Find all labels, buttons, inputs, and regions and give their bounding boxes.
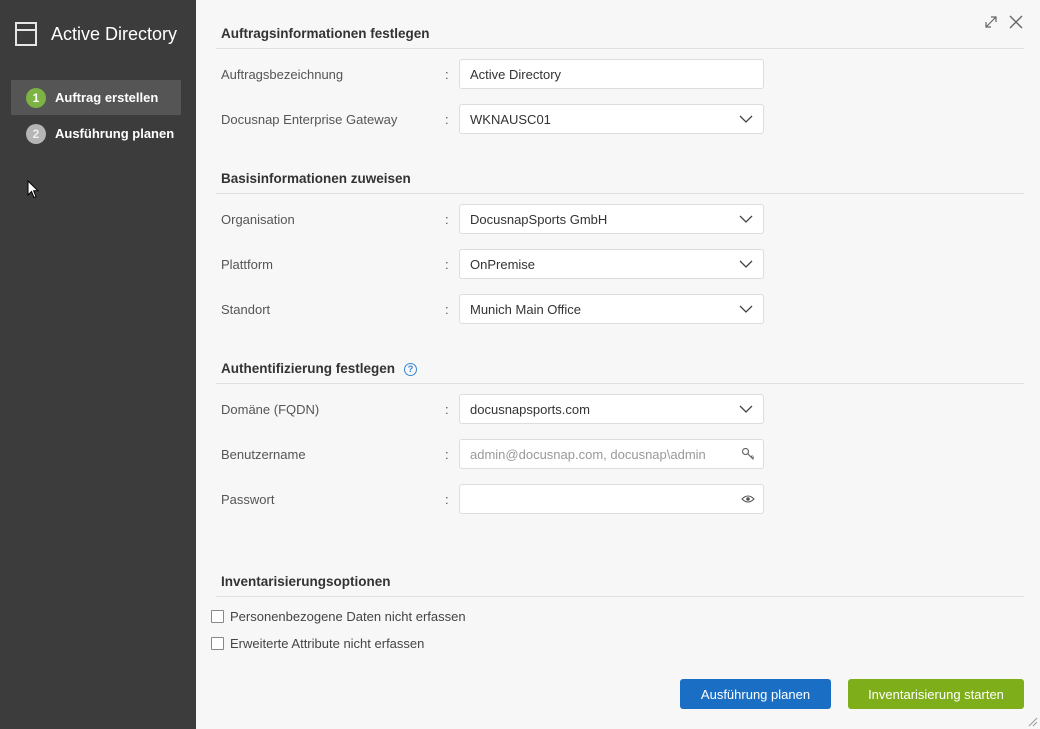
step-create-job[interactable]: 1 Auftrag erstellen: [11, 80, 181, 115]
step-label: Auftrag erstellen: [55, 90, 159, 105]
label-domain: Domäne (FQDN): [221, 402, 320, 417]
extended-attributes-checkbox[interactable]: [211, 637, 224, 650]
mouse-cursor-icon: [27, 180, 39, 199]
label-colon: :: [445, 67, 449, 82]
key-icon[interactable]: [733, 440, 763, 468]
domain-select[interactable]: docusnapsports.com: [459, 394, 764, 424]
platform-value: OnPremise: [470, 256, 536, 272]
gateway-value: WKNAUSC01: [470, 111, 551, 127]
label-location: Standort: [221, 302, 271, 317]
job-name-input[interactable]: Active Directory: [459, 59, 764, 89]
chevron-down-icon: [729, 205, 763, 233]
label-colon: :: [445, 302, 449, 317]
personal-data-label[interactable]: Personenbezogene Daten nicht erfassen: [230, 609, 466, 624]
location-select[interactable]: Munich Main Office: [459, 294, 764, 324]
organisation-value: DocusnapSports GmbH: [470, 211, 608, 227]
chevron-down-icon: [729, 395, 763, 423]
label-colon: :: [445, 112, 449, 127]
job-name-value: Active Directory: [470, 66, 562, 82]
chevron-down-icon: [729, 295, 763, 323]
label-password: Passwort: [221, 492, 275, 507]
wizard-sidebar: Active Directory 1 Auftrag erstellen 2 A…: [0, 0, 196, 729]
resize-grip-icon[interactable]: [1028, 717, 1038, 727]
chevron-down-icon: [729, 250, 763, 278]
extended-attributes-label[interactable]: Erweiterte Attribute nicht erfassen: [230, 636, 424, 651]
eye-icon[interactable]: [733, 485, 763, 513]
step-number-badge: 1: [26, 87, 46, 108]
step-label: Ausführung planen: [55, 126, 175, 141]
close-icon[interactable]: [1007, 14, 1025, 32]
personal-data-checkbox[interactable]: [211, 610, 224, 623]
label-job-name: Auftragsbezeichnung: [221, 67, 344, 82]
section-title-base-info: Basisinformationen zuweisen: [221, 171, 411, 186]
label-username: Benutzername: [221, 447, 306, 462]
schedule-button[interactable]: Ausführung planen: [680, 679, 831, 709]
label-colon: :: [445, 447, 449, 462]
step-number-badge: 2: [26, 123, 46, 144]
section-title-job-info: Auftragsinformationen festlegen: [221, 26, 430, 41]
label-colon: :: [445, 212, 449, 227]
gateway-select[interactable]: WKNAUSC01: [459, 104, 764, 134]
label-gateway: Docusnap Enterprise Gateway: [221, 112, 398, 127]
wizard-main: Auftragsinformationen festlegen Auftrags…: [196, 0, 1040, 729]
label-colon: :: [445, 492, 449, 507]
label-platform: Plattform: [221, 257, 274, 272]
location-value: Munich Main Office: [470, 301, 582, 317]
platform-select[interactable]: OnPremise: [459, 249, 764, 279]
section-divider: [216, 596, 1024, 597]
password-input[interactable]: [459, 484, 764, 514]
document-icon: [15, 22, 37, 46]
organisation-select[interactable]: DocusnapSports GmbH: [459, 204, 764, 234]
start-inventory-button[interactable]: Inventarisierung starten: [848, 679, 1024, 709]
section-title-inventory: Inventarisierungsoptionen: [221, 574, 391, 589]
expand-icon[interactable]: [982, 14, 1000, 32]
domain-value: docusnapsports.com: [470, 401, 590, 417]
username-placeholder: admin@docusnap.com, docusnap\admin: [470, 446, 706, 462]
step-schedule[interactable]: 2 Ausführung planen: [11, 116, 181, 151]
section-title-auth: Authentifizierung festlegen: [221, 361, 396, 376]
label-colon: :: [445, 402, 449, 417]
label-organisation: Organisation: [221, 212, 295, 227]
chevron-down-icon: [729, 105, 763, 133]
help-icon[interactable]: ?: [404, 363, 417, 376]
sidebar-header: Active Directory: [15, 22, 177, 46]
section-divider: [216, 383, 1024, 384]
sidebar-title: Active Directory: [51, 23, 178, 44]
label-colon: :: [445, 257, 449, 272]
section-divider: [216, 48, 1024, 49]
section-divider: [216, 193, 1024, 194]
username-input[interactable]: admin@docusnap.com, docusnap\admin: [459, 439, 764, 469]
